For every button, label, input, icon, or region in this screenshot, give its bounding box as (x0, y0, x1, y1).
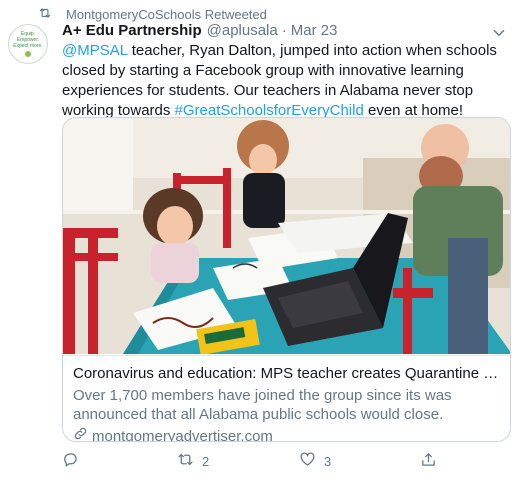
share-button[interactable] (420, 452, 445, 470)
card-body[interactable]: Coronavirus and education: MPS teacher c… (63, 355, 510, 442)
author-handle[interactable]: @aplusala (207, 22, 278, 39)
author-name[interactable]: A+ Edu Partnership (62, 22, 202, 39)
avatar-logo-mark (25, 51, 31, 57)
like-count: 3 (324, 453, 332, 469)
like-button[interactable]: 3 (299, 452, 331, 470)
reply-button[interactable] (62, 452, 87, 470)
retweet-context-text[interactable]: MontgomeryCoSchools Retweeted (66, 7, 267, 22)
card-domain[interactable]: montgomeryadvertiser.com (73, 426, 502, 442)
card-image[interactable] (63, 118, 511, 354)
card-description: Over 1,700 members have joined the group… (73, 387, 452, 423)
mention-link[interactable]: @MPSAL (62, 42, 128, 59)
avatar[interactable]: Equip. Empower. Expect more. (8, 24, 48, 64)
tweet-text: @MPSAL teacher, Ryan Dalton, jumped into… (62, 41, 510, 121)
retweet-icon (177, 451, 194, 471)
card-title[interactable]: Coronavirus and education: MPS teacher c… (73, 364, 502, 384)
retweet-count: 2 (202, 453, 210, 469)
chevron-down-icon[interactable] (490, 24, 508, 42)
share-icon (420, 451, 437, 471)
card-domain-text: montgomeryadvertiser.com (92, 427, 273, 442)
retweet-context: MontgomeryCoSchools Retweeted (38, 6, 267, 23)
header-separator: · (281, 22, 287, 39)
link-icon (73, 426, 88, 441)
tweet-actions: 2 3 (62, 452, 442, 470)
reply-icon (62, 451, 79, 471)
avatar-text: Equip. Empower. Expect more. (13, 31, 43, 49)
tweet-header: A+ Edu Partnership @aplusala · Mar 23 (62, 22, 337, 42)
tweet-timestamp[interactable]: Mar 23 (291, 22, 338, 39)
link-card[interactable]: Coronavirus and education: MPS teacher c… (62, 117, 511, 442)
retweet-icon (38, 6, 52, 23)
retweet-button[interactable]: 2 (177, 452, 209, 470)
heart-icon (299, 451, 316, 471)
